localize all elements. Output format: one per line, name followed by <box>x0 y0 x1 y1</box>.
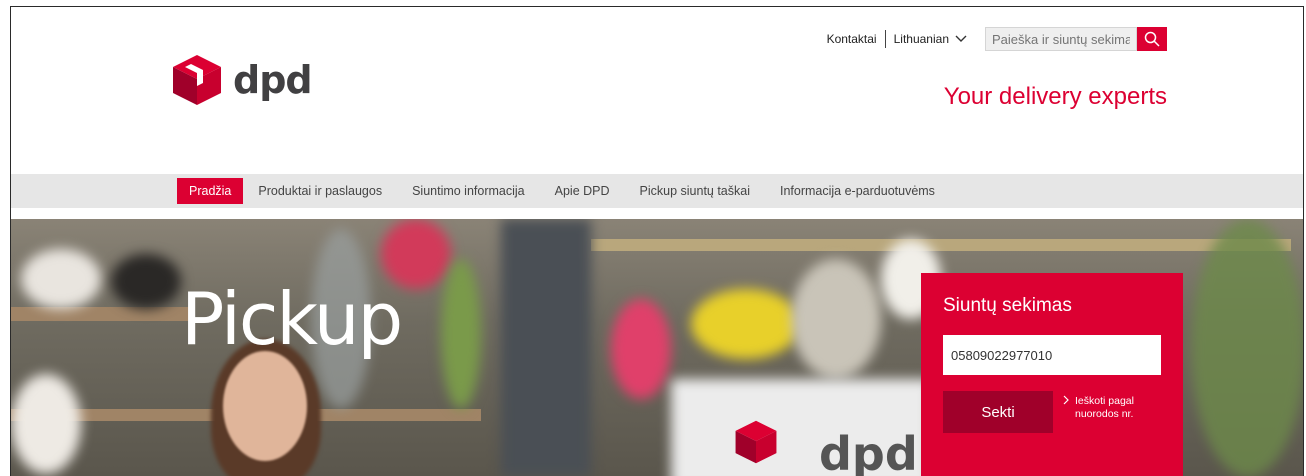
yellow-pot-shape <box>691 289 801 359</box>
tracking-number-input[interactable] <box>943 335 1161 375</box>
vase-shape <box>21 249 101 309</box>
search-icon <box>1144 31 1160 47</box>
tracking-title: Siuntų sekimas <box>943 295 1072 316</box>
shelf-shape <box>591 239 1291 251</box>
dpd-box-text: dpd <box>819 427 918 476</box>
nav-item-produktai[interactable]: Produktai ir paslaugos <box>243 178 397 204</box>
search-by-reference-link[interactable]: Ieškoti pagal nuorodos nr. <box>1063 395 1153 421</box>
jar-shape <box>791 259 881 379</box>
nav-item-apie-dpd[interactable]: Apie DPD <box>540 178 625 204</box>
plant-shape <box>1191 219 1303 476</box>
dpd-box-logo-icon <box>735 420 777 464</box>
nav-items: Pradžia Produktai ir paslaugos Siuntimo … <box>177 178 950 204</box>
dpd-logo[interactable]: dpd <box>171 53 313 107</box>
language-label: Lithuanian <box>893 32 949 46</box>
top-utility-bar: Kontaktai Lithuanian <box>819 25 1167 53</box>
vase-shape <box>11 374 81 474</box>
language-selector[interactable]: Lithuanian <box>886 32 975 46</box>
contacts-link[interactable]: Kontaktai <box>819 32 885 46</box>
stem-shape <box>441 259 481 409</box>
vase-shape <box>111 254 181 309</box>
chevron-right-icon <box>1063 395 1069 405</box>
face-shape <box>223 351 307 461</box>
nav-item-siuntimo-informacija[interactable]: Siuntimo informacija <box>397 178 540 204</box>
site-header: dpd Kontaktai Lithuanian Y <box>11 7 1303 174</box>
search-by-reference-label: Ieškoti pagal nuorodos nr. <box>1075 395 1134 420</box>
search-button[interactable] <box>1137 27 1167 51</box>
nav-item-pradzia[interactable]: Pradžia <box>177 178 244 204</box>
tracking-panel: Siuntų sekimas Sekti Ieškoti pagal nuoro… <box>921 273 1183 476</box>
tagline: Your delivery experts <box>943 83 1167 110</box>
pillar-shape <box>501 219 591 476</box>
shelf-shape <box>11 307 191 321</box>
flower-shape <box>611 299 671 399</box>
tracking-actions: Sekti Ieškoti pagal nuorodos nr. <box>943 391 1161 433</box>
nav-item-e-parduotuvems[interactable]: Informacija e-parduotuvėms <box>765 178 950 204</box>
nav-item-pickup-taskai[interactable]: Pickup siuntų taškai <box>625 178 765 204</box>
main-nav: Pradžia Produktai ir paslaugos Siuntimo … <box>11 174 1303 208</box>
search-box <box>985 27 1167 51</box>
chevron-down-icon <box>955 35 967 42</box>
search-input[interactable] <box>985 27 1137 51</box>
hero-title: Pickup <box>181 277 403 361</box>
hero-banner: dpd Pickup Siuntų sekimas Sekti Ieškoti … <box>11 219 1303 476</box>
track-button[interactable]: Sekti <box>943 391 1053 433</box>
logo-text: dpd <box>233 58 313 102</box>
dpd-logo-icon <box>173 55 221 105</box>
browser-frame: dpd Kontaktai Lithuanian Y <box>10 6 1304 476</box>
